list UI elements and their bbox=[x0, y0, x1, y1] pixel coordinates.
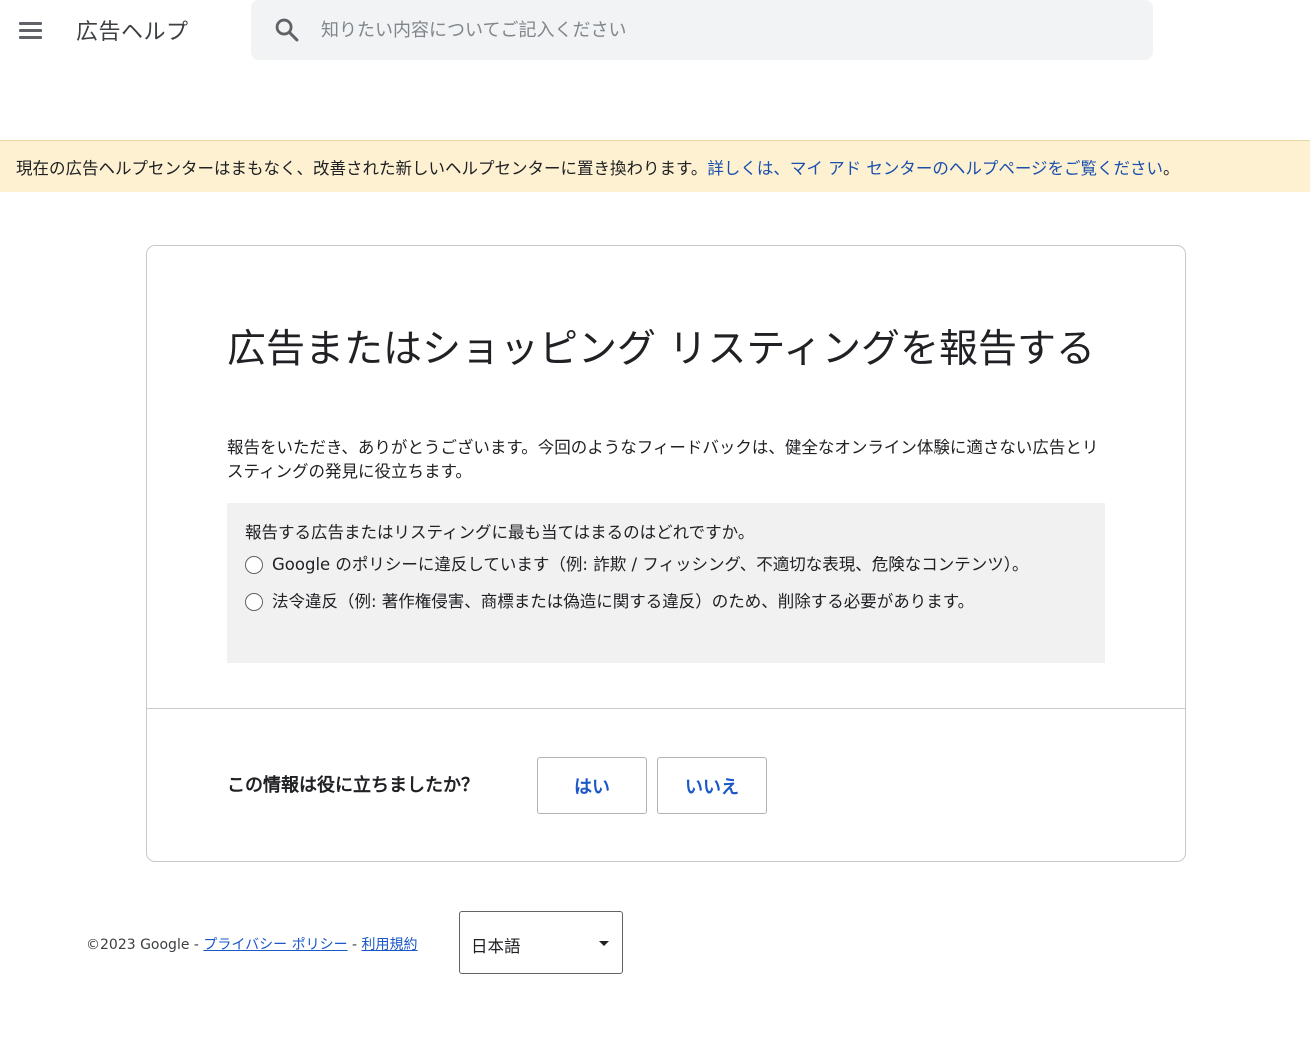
dropdown-caret-icon bbox=[599, 941, 609, 946]
hamburger-menu-icon[interactable] bbox=[12, 12, 50, 48]
language-select[interactable]: 日本語 bbox=[459, 911, 623, 974]
footer: ©2023 Google - プライバシー ポリシー - 利用規約 bbox=[86, 934, 418, 954]
copyright: ©2023 Google - bbox=[86, 937, 204, 953]
banner-link[interactable]: 詳しくは、マイ アド センターのヘルプページをご覧ください bbox=[707, 159, 1163, 178]
search-icon[interactable] bbox=[273, 16, 301, 44]
radio-button[interactable] bbox=[245, 556, 263, 574]
article-description: 報告をいただき、ありがとうございます。今回のようなフィードバックは、健全なオンラ… bbox=[227, 438, 1099, 481]
product-name[interactable]: 広告ヘルプ bbox=[76, 14, 189, 46]
footer-separator: - bbox=[347, 937, 362, 953]
banner-trailing: 。 bbox=[1163, 159, 1180, 178]
feedback-yes-button[interactable]: はい bbox=[537, 757, 647, 814]
report-question: 報告する広告またはリスティングに最も当てはまるのはどれですか。 bbox=[245, 523, 755, 542]
option-label: 法令違反（例: 著作権侵害、商標または偽造に関する違反）のため、削除する必要があ… bbox=[272, 592, 975, 611]
divider bbox=[147, 708, 1185, 709]
terms-link[interactable]: 利用規約 bbox=[362, 937, 418, 953]
report-option-legal[interactable]: 法令違反（例: 著作権侵害、商標または偽造に関する違反）のため、削除する必要があ… bbox=[245, 590, 1035, 614]
search-box[interactable] bbox=[251, 0, 1153, 60]
feedback-no-button[interactable]: いいえ bbox=[657, 757, 767, 814]
page-title: 広告またはショッピング リスティングを報告する bbox=[227, 327, 1096, 372]
migration-banner: 現在の広告ヘルプセンターはまもなく、改善された新しいヘルプセンターに置き換わりま… bbox=[0, 140, 1310, 192]
report-form: 報告する広告またはリスティングに最も当てはまるのはどれですか。 Google の… bbox=[227, 503, 1105, 663]
privacy-policy-link[interactable]: プライバシー ポリシー bbox=[203, 937, 347, 953]
option-label: Google のポリシーに違反しています（例: 詐欺 / フィッシング、不適切な… bbox=[272, 555, 1029, 574]
banner-text: 現在の広告ヘルプセンターはまもなく、改善された新しいヘルプセンターに置き換わりま… bbox=[16, 159, 708, 178]
language-selected: 日本語 bbox=[471, 937, 521, 956]
report-option-policy[interactable]: Google のポリシーに違反しています（例: 詐欺 / フィッシング、不適切な… bbox=[245, 553, 1035, 577]
search-input[interactable] bbox=[321, 0, 1121, 60]
article-card: 広告またはショッピング リスティングを報告する 報告をいただき、ありがとうござい… bbox=[146, 245, 1186, 862]
radio-button[interactable] bbox=[245, 593, 263, 611]
feedback-question: この情報は役に立ちましたか？ bbox=[227, 775, 479, 796]
header: 広告ヘルプ bbox=[0, 0, 1310, 60]
